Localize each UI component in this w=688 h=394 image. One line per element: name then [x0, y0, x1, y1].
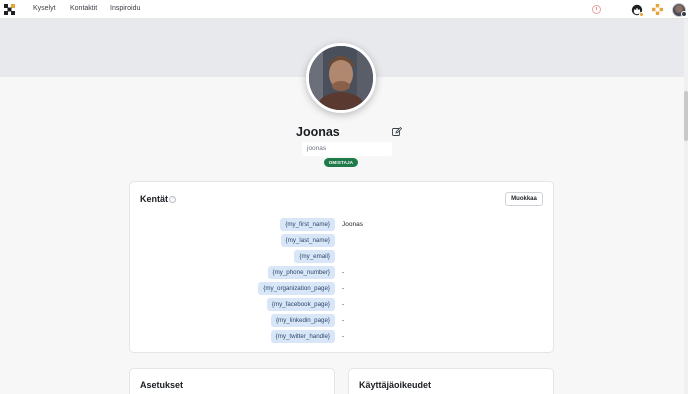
permissions-card-title: Käyttäjäoikeudet — [359, 380, 432, 390]
top-navbar: Kyselyt Kontaktit Inspiroidu — [0, 0, 688, 19]
fields-card: Kentät ? Muokkaa {my_first_name} Joonas … — [129, 181, 554, 353]
field-tag[interactable]: {my_email} — [294, 250, 335, 263]
field-value: Joonas — [342, 221, 363, 228]
help-circle-icon[interactable]: ? — [169, 196, 176, 203]
field-tag[interactable]: {my_facebook_page} — [266, 298, 335, 311]
field-row: {my_last_name} — [190, 234, 335, 247]
field-tag[interactable]: {my_twitter_handle} — [270, 330, 335, 343]
nav-link-contacts[interactable]: Kontaktit — [70, 5, 97, 12]
profile-photo[interactable] — [306, 43, 376, 113]
field-tag[interactable]: {my_first_name} — [280, 218, 335, 231]
field-row: {my_linkedin_page} — [190, 314, 335, 327]
field-row: {my_facebook_page} — [190, 298, 335, 311]
brand-logo-icon[interactable] — [4, 4, 15, 15]
avatar-status-badge — [681, 11, 687, 17]
settings-card: Asetukset — [129, 368, 335, 394]
field-tag[interactable]: {my_organization_page} — [258, 282, 335, 295]
field-row: {my_organization_page} — [190, 282, 335, 295]
apps-grid-icon[interactable] — [652, 4, 663, 15]
notification-badge — [639, 12, 644, 17]
username-field[interactable]: joonas — [302, 142, 392, 156]
nav-link-inspiration[interactable]: Inspiroidu — [110, 5, 140, 12]
scrollbar-thumb[interactable] — [684, 91, 688, 141]
field-value: - — [342, 301, 345, 308]
edit-fields-button[interactable]: Muokkaa — [505, 192, 543, 206]
nav-link-surveys[interactable]: Kyselyt — [33, 5, 56, 12]
role-badge: OMISTAJA — [324, 158, 358, 167]
fields-card-title: Kentät — [140, 194, 169, 204]
permissions-card: Käyttäjäoikeudet — [348, 368, 554, 394]
profile-name: Joonas — [296, 125, 340, 139]
field-row: {my_twitter_handle} — [190, 330, 335, 343]
field-row: {my_email} — [190, 250, 335, 263]
field-value: - — [342, 317, 345, 324]
field-tag[interactable]: {my_last_name} — [280, 234, 335, 247]
clock-icon[interactable] — [592, 5, 601, 14]
field-value: - — [342, 269, 345, 276]
field-value: - — [342, 333, 345, 340]
field-value: - — [342, 285, 345, 292]
profile-photo-image — [309, 46, 373, 110]
settings-card-title: Asetukset — [140, 380, 184, 390]
field-tag[interactable]: {my_linkedin_page} — [270, 314, 335, 327]
field-tag[interactable]: {my_phone_number} — [267, 266, 335, 279]
field-row: {my_phone_number} — [190, 266, 335, 279]
edit-pencil-icon[interactable] — [392, 127, 402, 137]
page-scrollbar[interactable] — [684, 19, 688, 394]
field-row: {my_first_name} — [190, 218, 335, 231]
